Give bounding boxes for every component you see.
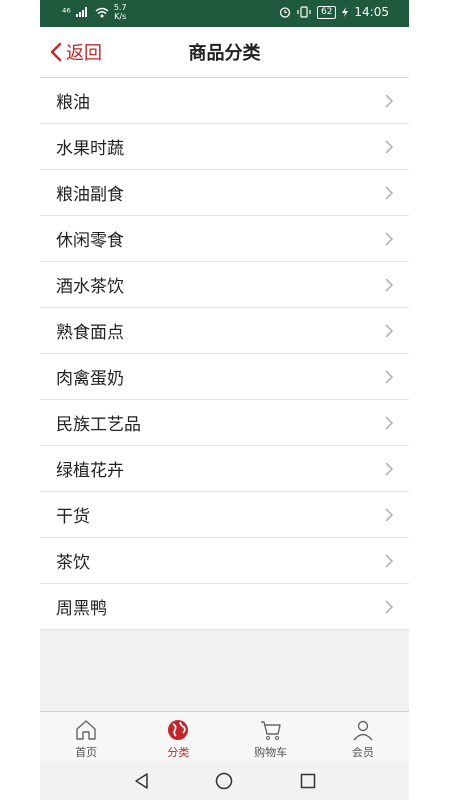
phone-screen: ⁴⁶ 5.7 K/s 62 14:05 返回 商品分类 粮油 水果时蔬 粮油副食… — [40, 0, 409, 800]
cart-icon — [260, 721, 281, 740]
status-bar: ⁴⁶ 5.7 K/s 62 14:05 — [40, 0, 409, 27]
category-row[interactable]: 绿植花卉 — [40, 446, 409, 492]
page-title: 商品分类 — [188, 43, 261, 64]
vibrate-icon — [297, 6, 311, 18]
alarm-icon — [279, 7, 291, 18]
clock: 14:05 — [354, 5, 389, 19]
recents-square-icon[interactable] — [300, 773, 316, 789]
chevron-right-icon — [385, 185, 394, 200]
tab-label: 首页 — [75, 746, 98, 759]
net-speed-value: 5.7 — [113, 3, 127, 12]
category-row[interactable]: 休闲零食 — [40, 216, 409, 262]
category-row[interactable]: 粮油 — [40, 78, 409, 124]
category-row[interactable]: 周黑鸭 — [40, 584, 409, 630]
battery-level: 62 — [316, 5, 337, 19]
signal-bars-icon — [75, 7, 87, 17]
category-label: 熟食面点 — [56, 323, 124, 343]
bottom-tab-bar: 首页 分类 购物车 会员 — [40, 711, 409, 762]
chevron-right-icon — [385, 599, 394, 614]
net-speed: 5.7 K/s — [114, 3, 127, 21]
category-list: 粮油 水果时蔬 粮油副食 休闲零食 酒水茶饮 熟食面点 肉禽蛋奶 民族工艺品 绿… — [40, 78, 409, 630]
category-label: 粮油副食 — [56, 185, 124, 205]
tab-cart[interactable]: 购物车 — [225, 712, 317, 762]
chevron-right-icon — [385, 323, 394, 338]
category-row[interactable]: 干货 — [40, 492, 409, 538]
home-icon — [76, 720, 96, 740]
chevron-right-icon — [385, 415, 394, 430]
chevron-right-icon — [385, 139, 394, 154]
signal-icon: ⁴⁶ — [62, 5, 71, 19]
chevron-right-icon — [385, 507, 394, 522]
category-row[interactable]: 民族工艺品 — [40, 400, 409, 446]
back-triangle-icon[interactable] — [133, 772, 149, 790]
system-nav-bar — [40, 761, 409, 800]
home-circle-icon[interactable] — [215, 772, 233, 790]
category-label: 粮油 — [56, 93, 90, 113]
category-row[interactable]: 肉禽蛋奶 — [40, 354, 409, 400]
header-bar: 返回 商品分类 — [40, 27, 409, 78]
category-row[interactable]: 水果时蔬 — [40, 124, 409, 170]
chevron-right-icon — [385, 277, 394, 292]
chevron-right-icon — [385, 93, 394, 108]
category-label: 休闲零食 — [56, 231, 124, 251]
net-speed-unit: K/s — [114, 12, 127, 21]
tab-home[interactable]: 首页 — [40, 712, 132, 762]
category-label: 周黑鸭 — [56, 599, 107, 619]
category-row[interactable]: 粮油副食 — [40, 170, 409, 216]
tab-label: 会员 — [351, 746, 374, 759]
category-label: 水果时蔬 — [56, 139, 124, 159]
globe-icon — [168, 720, 189, 740]
user-icon — [353, 720, 373, 741]
chevron-right-icon — [385, 553, 394, 568]
wifi-icon — [95, 7, 109, 17]
chevron-right-icon — [385, 369, 394, 384]
category-label: 肉禽蛋奶 — [56, 369, 124, 389]
tab-label: 分类 — [167, 746, 190, 759]
category-row[interactable]: 酒水茶饮 — [40, 262, 409, 308]
tab-member[interactable]: 会员 — [317, 712, 409, 762]
category-row[interactable]: 熟食面点 — [40, 308, 409, 354]
category-label: 绿植花卉 — [56, 461, 124, 481]
chevron-right-icon — [385, 231, 394, 246]
category-label: 干货 — [56, 507, 90, 527]
category-label: 酒水茶饮 — [56, 277, 124, 297]
category-label: 民族工艺品 — [56, 415, 141, 435]
tab-category[interactable]: 分类 — [132, 712, 224, 762]
chevron-right-icon — [385, 461, 394, 476]
tab-label: 购物车 — [254, 746, 288, 759]
charging-icon — [342, 7, 349, 17]
category-label: 茶饮 — [56, 553, 90, 573]
category-row[interactable]: 茶饮 — [40, 538, 409, 584]
